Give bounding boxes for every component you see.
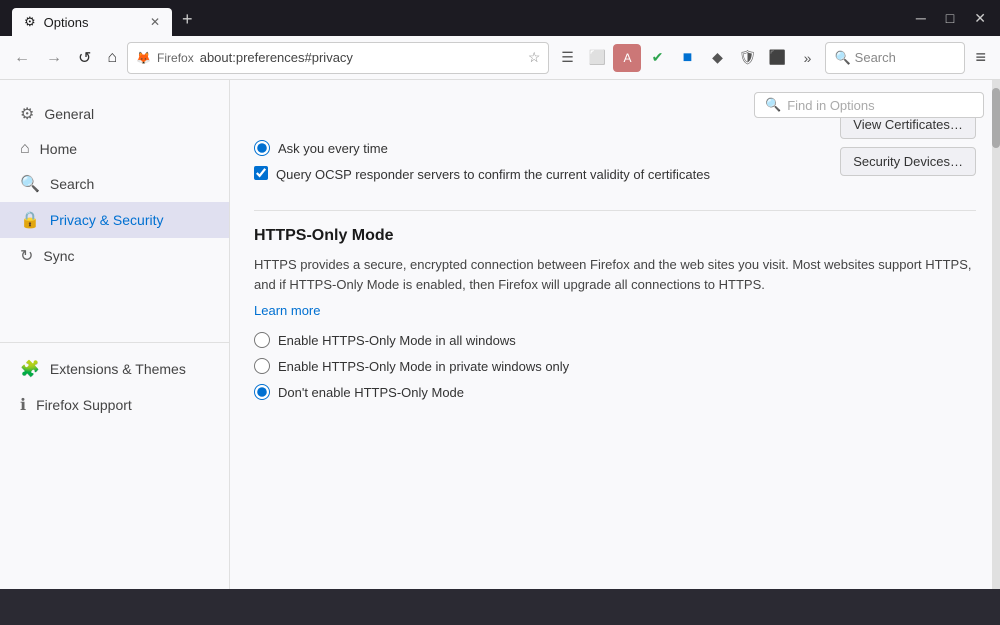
back-button[interactable]: ← (8, 45, 36, 71)
home-button[interactable]: ⌂ (101, 45, 123, 71)
ocsp-checkbox-row: Query OCSP responder servers to confirm … (254, 166, 828, 184)
https-mode-options: Enable HTTPS-Only Mode in all windows En… (254, 332, 976, 400)
sidebar-item-extensions[interactable]: 🧩 Extensions & Themes (0, 351, 229, 387)
scrollbar[interactable] (992, 80, 1000, 589)
search-icon: 🔍 (20, 174, 40, 194)
sidebar-label-extensions: Extensions & Themes (50, 361, 186, 377)
section-divider (254, 210, 976, 211)
main-container: ⚙ General ⌂ Home 🔍 Search 🔒 Privacy & Se… (0, 80, 1000, 589)
sidebar-label-privacy: Privacy & Security (50, 212, 164, 228)
toolbar: ← → ↺ ⌂ 🦊 Firefox about:preferences#priv… (0, 36, 1000, 80)
https-disable-row: Don't enable HTTPS-Only Mode (254, 384, 976, 400)
https-private-only-radio[interactable] (254, 358, 270, 374)
sidebar-label-search: Search (50, 176, 94, 192)
sidebar-item-support[interactable]: ℹ Firefox Support (0, 387, 229, 423)
window-controls: ─ □ ✕ (910, 8, 992, 29)
address-bar[interactable]: 🦊 Firefox about:preferences#privacy ☆ (127, 42, 549, 74)
shield-verified-icon[interactable]: ✔ (643, 44, 671, 72)
sidebar-bottom: 🧩 Extensions & Themes ℹ Firefox Support (0, 342, 229, 423)
reload-button[interactable]: ↺ (72, 44, 97, 72)
info-icon: ℹ (20, 395, 26, 415)
toolbar-icons: ☰ ⬜ A ✔ ■ ◆ 🛡 ⬛ » (553, 44, 821, 72)
extension-icon[interactable]: ■ (673, 44, 701, 72)
close-tab-icon[interactable]: ✕ (150, 15, 160, 29)
sidebar: ⚙ General ⌂ Home 🔍 Search 🔒 Privacy & Se… (0, 80, 230, 589)
https-disable-radio[interactable] (254, 384, 270, 400)
radio-ask-every-time-label: Ask you every time (278, 141, 388, 156)
learn-more-link[interactable]: Learn more (254, 303, 320, 318)
sync-icon: ↻ (20, 246, 33, 266)
find-in-options[interactable]: 🔍 Find in Options (754, 92, 984, 118)
account-avatar[interactable]: A (613, 44, 641, 72)
url-text: about:preferences#privacy (200, 50, 522, 65)
sidebar-label-general: General (44, 106, 94, 122)
shield-icon[interactable]: 🛡 (733, 44, 761, 72)
https-disable-label: Don't enable HTTPS-Only Mode (278, 385, 464, 400)
minimize-button[interactable]: ─ (910, 8, 932, 29)
title-bar: ⚙ Options ✕ + ─ □ ✕ (0, 0, 1000, 36)
tab-icon: ⚙ (24, 14, 36, 30)
tab-label: Options (44, 15, 89, 30)
content-area: 🔍 Find in Options Ask you every time Que… (230, 80, 1000, 589)
https-all-windows-label: Enable HTTPS-Only Mode in all windows (278, 333, 516, 348)
sidebar-item-search[interactable]: 🔍 Search (0, 166, 229, 202)
sidebar-item-general[interactable]: ⚙ General (0, 96, 229, 132)
home-icon: ⌂ (20, 140, 30, 158)
new-tab-button[interactable]: + (172, 3, 203, 36)
https-private-only-label: Enable HTTPS-Only Mode in private window… (278, 359, 569, 374)
scrollbar-thumb[interactable] (992, 88, 1000, 148)
ocsp-section: Ask you every time Query OCSP responder … (254, 140, 828, 194)
maximize-button[interactable]: □ (940, 8, 960, 29)
close-button[interactable]: ✕ (968, 8, 992, 29)
browser-brand: Firefox (157, 51, 194, 65)
radio-ask-every-time-row: Ask you every time (254, 140, 828, 156)
https-mode-title: HTTPS-Only Mode (254, 227, 976, 245)
find-search-icon: 🔍 (765, 97, 781, 113)
app-menu-button[interactable]: ≡ (969, 43, 992, 72)
content-body: Ask you every time Query OCSP responder … (254, 140, 976, 400)
certificate-buttons: View Certificates… Security Devices… (840, 110, 976, 176)
active-tab[interactable]: ⚙ Options ✕ (12, 8, 172, 36)
find-placeholder: Find in Options (787, 98, 874, 113)
bookmark-icon[interactable]: ☆ (528, 49, 541, 66)
search-placeholder: Search (855, 50, 896, 65)
sidebar-label-support: Firefox Support (36, 397, 132, 413)
https-all-windows-radio[interactable] (254, 332, 270, 348)
extension2-icon[interactable]: ◆ (703, 44, 731, 72)
security-devices-button[interactable]: Security Devices… (840, 147, 976, 176)
lock-icon: 🔒 (20, 210, 40, 230)
extension3-icon[interactable]: ⬛ (763, 44, 791, 72)
sidebar-item-privacy[interactable]: 🔒 Privacy & Security (0, 202, 229, 238)
puzzle-icon: 🧩 (20, 359, 40, 379)
more-tools-icon[interactable]: » (793, 44, 821, 72)
search-bar[interactable]: 🔍 Search (825, 42, 965, 74)
sidebar-label-home: Home (40, 141, 77, 157)
https-all-windows-row: Enable HTTPS-Only Mode in all windows (254, 332, 976, 348)
sidebar-item-home[interactable]: ⌂ Home (0, 132, 229, 166)
favicon-icon: 🦊 (136, 51, 151, 65)
https-private-only-row: Enable HTTPS-Only Mode in private window… (254, 358, 976, 374)
general-icon: ⚙ (20, 104, 34, 124)
bookmarks-icon[interactable]: ☰ (553, 44, 581, 72)
sidebar-item-sync[interactable]: ↻ Sync (0, 238, 229, 274)
https-mode-desc: HTTPS provides a secure, encrypted conne… (254, 255, 976, 294)
radio-ask-every-time[interactable] (254, 140, 270, 156)
ocsp-label: Query OCSP responder servers to confirm … (276, 166, 710, 184)
https-mode-section: HTTPS-Only Mode HTTPS provides a secure,… (254, 227, 976, 400)
forward-button[interactable]: → (40, 45, 68, 71)
ocsp-checkbox[interactable] (254, 166, 268, 180)
tab-bar: ⚙ Options ✕ + (8, 0, 906, 36)
synced-tabs-icon[interactable]: ⬜ (583, 44, 611, 72)
sidebar-label-sync: Sync (43, 248, 74, 264)
search-icon: 🔍 (834, 50, 850, 66)
